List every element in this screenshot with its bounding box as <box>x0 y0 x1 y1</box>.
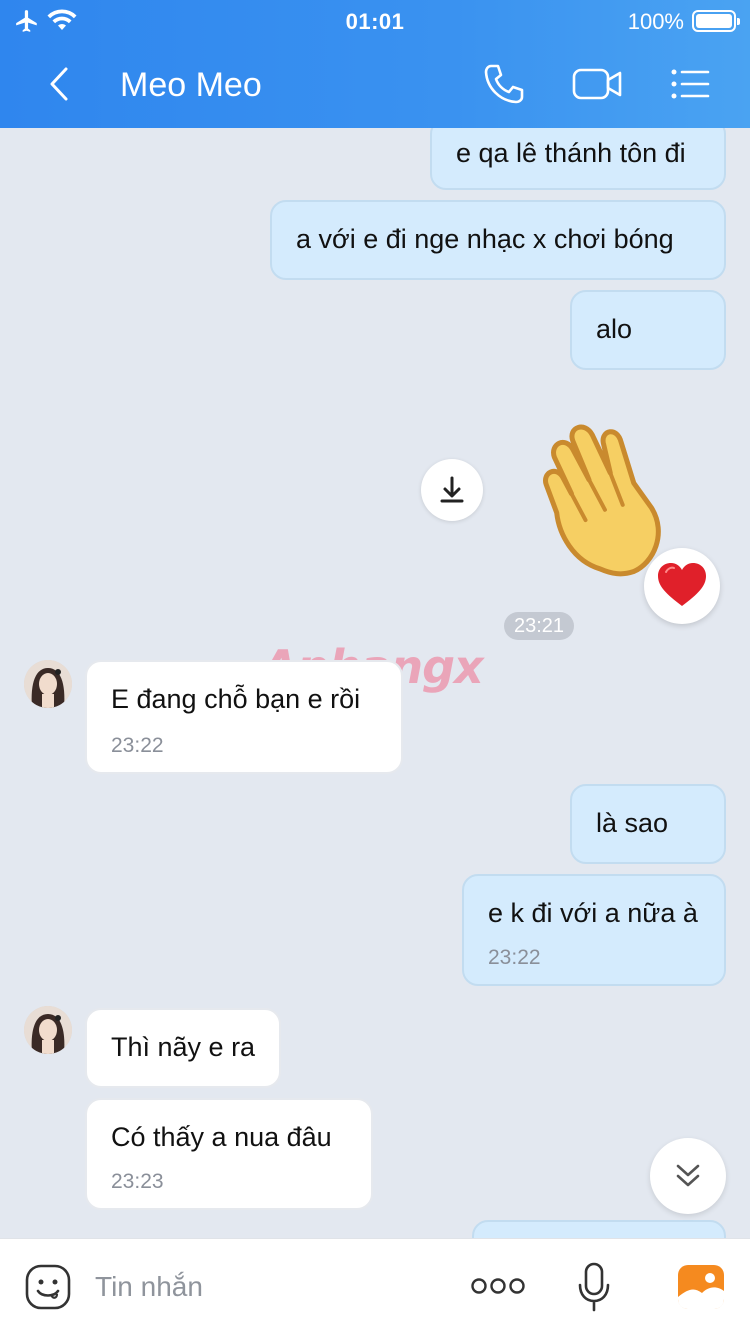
scroll-to-bottom-button[interactable] <box>650 1138 726 1214</box>
message-timestamp: 23:22 <box>488 946 541 969</box>
nav-bar: Meo Meo <box>0 42 750 128</box>
message-outgoing[interactable] <box>472 1220 726 1238</box>
message-text: e qa lê thánh tôn đi <box>456 138 686 168</box>
microphone-icon[interactable] <box>576 1261 612 1313</box>
message-outgoing[interactable]: alo <box>570 290 726 370</box>
message-text: Thì nãy e ra <box>111 1032 256 1062</box>
message-input[interactable]: Tin nhắn <box>95 1271 203 1303</box>
message-text: Có thấy a nua đâu <box>111 1122 332 1152</box>
message-outgoing[interactable]: e qa lê thánh tôn đi <box>430 128 726 190</box>
download-icon <box>440 476 464 503</box>
battery-icon <box>692 10 740 32</box>
message-outgoing[interactable]: là sao <box>570 784 726 864</box>
message-text: E đang chỗ bạn e rồi <box>111 684 361 714</box>
message-timestamp: 23:23 <box>111 1170 164 1193</box>
message-incoming[interactable]: Có thấy a nua đâu 23:23 <box>85 1098 373 1210</box>
avatar[interactable] <box>24 660 72 708</box>
menu-list-icon[interactable] <box>664 60 716 108</box>
avatar[interactable] <box>24 1006 72 1054</box>
phone-call-icon[interactable] <box>478 60 530 108</box>
message-incoming[interactable]: E đang chỗ bạn e rồi 23:22 <box>85 660 403 774</box>
message-timestamp: 23:22 <box>111 734 164 757</box>
double-chevron-down-icon <box>676 1164 700 1187</box>
more-options-icon[interactable] <box>470 1273 526 1299</box>
download-button[interactable] <box>421 459 483 521</box>
message-text: e k đi với a nữa à <box>488 898 698 928</box>
sticker-emoji-icon[interactable] <box>24 1263 72 1311</box>
photo-gallery-icon[interactable] <box>676 1263 726 1311</box>
back-arrow-icon[interactable] <box>40 64 80 104</box>
status-bar: 01:01 100% <box>0 0 750 42</box>
message-text: là sao <box>596 808 669 838</box>
message-input-bar: Tin nhắn <box>0 1238 750 1334</box>
battery-percent: 100% <box>627 9 684 34</box>
heart-icon <box>658 563 706 606</box>
video-call-icon[interactable] <box>570 60 626 108</box>
chat-header: 01:01 100% Meo Meo <box>0 0 750 128</box>
message-text: alo <box>596 314 633 344</box>
message-outgoing[interactable]: e k đi với a nữa à 23:22 <box>462 874 726 986</box>
message-list[interactable]: e qa lê thánh tôn đi a với e đi nge nhạc… <box>0 128 750 1238</box>
chat-title[interactable]: Meo Meo <box>120 66 262 105</box>
time-divider: 23:21 <box>504 612 574 640</box>
message-outgoing[interactable]: a với e đi nge nhạc x chơi bóng <box>270 200 726 280</box>
message-text: a với e đi nge nhạc x chơi bóng <box>296 224 674 254</box>
message-incoming[interactable]: Thì nãy e ra <box>85 1008 281 1088</box>
reaction-heart-button[interactable] <box>644 548 720 624</box>
